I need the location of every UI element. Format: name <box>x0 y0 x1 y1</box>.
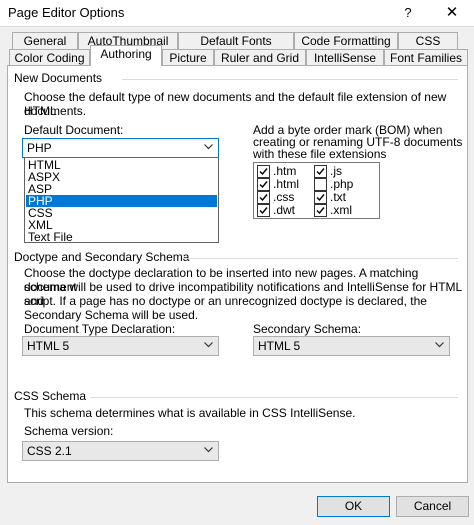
close-button[interactable]: ✕ <box>430 0 474 26</box>
cancel-button[interactable]: Cancel <box>396 496 469 517</box>
secondary-schema-value: HTML 5 <box>258 339 301 353</box>
bom-css-checkbox[interactable] <box>257 191 270 204</box>
checkmark-icon <box>259 207 268 215</box>
tab-font-families[interactable]: Font Families <box>384 49 468 66</box>
tab-color-coding[interactable]: Color Coding <box>9 49 90 66</box>
tab-code-formatting[interactable]: Code Formatting <box>294 32 398 49</box>
chevron-down-icon <box>204 342 213 348</box>
group-divider <box>182 258 458 259</box>
tab-css[interactable]: CSS <box>398 32 458 49</box>
checkmark-icon <box>316 168 325 176</box>
new-documents-group-title: New Documents <box>14 71 103 85</box>
checkmark-icon <box>259 168 268 176</box>
option-php[interactable]: PHP <box>26 195 217 207</box>
help-button[interactable]: ? <box>388 0 428 26</box>
bom-txt-checkbox[interactable] <box>314 191 327 204</box>
doctype-value: HTML 5 <box>27 339 70 353</box>
default-document-value: PHP <box>27 141 52 155</box>
tab-general[interactable]: General <box>12 32 78 49</box>
bom-dwt-label: .dwt <box>273 203 296 217</box>
new-documents-description-line2: documents. <box>24 104 87 118</box>
bom-xml-checkbox[interactable] <box>314 204 327 217</box>
group-divider <box>90 397 458 398</box>
bom-extensions-list: .htm .html .css .dwt .js .php .txt .xml <box>253 162 380 219</box>
bom-js-checkbox[interactable] <box>314 165 327 178</box>
default-document-select[interactable]: PHP <box>22 138 219 158</box>
chevron-down-icon <box>435 342 444 348</box>
css-schema-description: This schema determines what is available… <box>24 406 356 420</box>
checkmark-icon <box>259 194 268 202</box>
bom-dwt-checkbox[interactable] <box>257 204 270 217</box>
tab-authoring[interactable]: Authoring <box>90 45 162 66</box>
tab-ruler-and-grid[interactable]: Ruler and Grid <box>214 49 306 66</box>
checkmark-icon <box>316 207 325 215</box>
bom-html-checkbox[interactable] <box>257 178 270 191</box>
chevron-down-icon <box>204 144 213 150</box>
doctype-label: Document Type Declaration: <box>24 322 176 336</box>
new-documents-description-line1: Choose the default type of new documents… <box>24 90 447 118</box>
secondary-schema-label: Secondary Schema: <box>253 322 362 336</box>
schema-version-select[interactable]: CSS 2.1 <box>22 441 219 461</box>
checkmark-icon <box>259 181 268 189</box>
default-document-label: Default Document: <box>24 123 124 137</box>
doctype-description-line4: Secondary Schema will be used. <box>24 308 199 322</box>
bom-htm-checkbox[interactable] <box>257 165 270 178</box>
secondary-schema-select[interactable]: HTML 5 <box>253 336 450 356</box>
window-title: Page Editor Options <box>8 5 125 20</box>
chevron-down-icon <box>204 447 213 453</box>
bom-xml-label: .xml <box>330 203 352 217</box>
schema-version-label: Schema version: <box>24 424 114 438</box>
bom-label-line3: with these file extensions <box>253 147 387 161</box>
checkmark-icon <box>316 194 325 202</box>
title-bar: Page Editor Options ? ✕ <box>0 0 474 26</box>
default-document-dropdown: HTML ASPX ASP PHP CSS XML Text File <box>24 157 219 243</box>
bom-php-checkbox[interactable] <box>314 178 327 191</box>
doctype-select[interactable]: HTML 5 <box>22 336 219 356</box>
option-asp[interactable]: ASP <box>26 183 217 195</box>
tab-picture[interactable]: Picture <box>162 49 214 66</box>
tab-default-fonts[interactable]: Default Fonts <box>178 32 294 49</box>
ok-button[interactable]: OK <box>317 496 390 517</box>
tab-intellisense[interactable]: IntelliSense <box>306 49 384 66</box>
doctype-description-line3: script. If a page has no doctype or an u… <box>24 294 427 308</box>
option-text-file[interactable]: Text File <box>26 231 217 243</box>
css-schema-group-title: CSS Schema <box>14 389 87 403</box>
doctype-group-title: Doctype and Secondary Schema <box>14 250 190 264</box>
schema-version-value: CSS 2.1 <box>27 444 72 458</box>
option-css[interactable]: CSS <box>26 207 217 219</box>
option-aspx[interactable]: ASPX <box>26 171 217 183</box>
group-divider <box>122 79 458 80</box>
